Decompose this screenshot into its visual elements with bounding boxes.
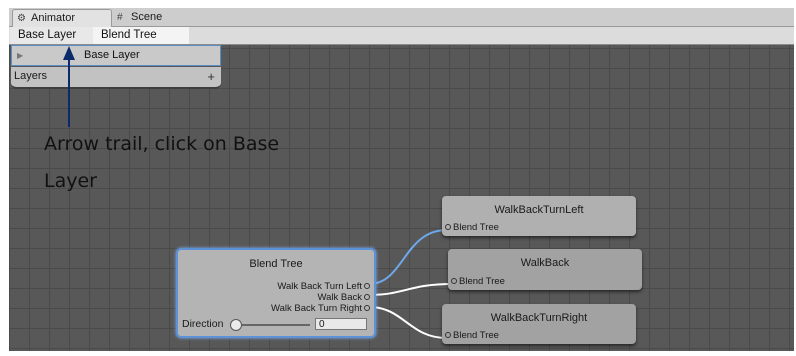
annotation-line-2: Layer (44, 170, 97, 192)
annotation-text: Arrow trail, click on Base Layer (44, 126, 344, 200)
annotation-line-1: Arrow trail, click on Base (44, 133, 280, 155)
